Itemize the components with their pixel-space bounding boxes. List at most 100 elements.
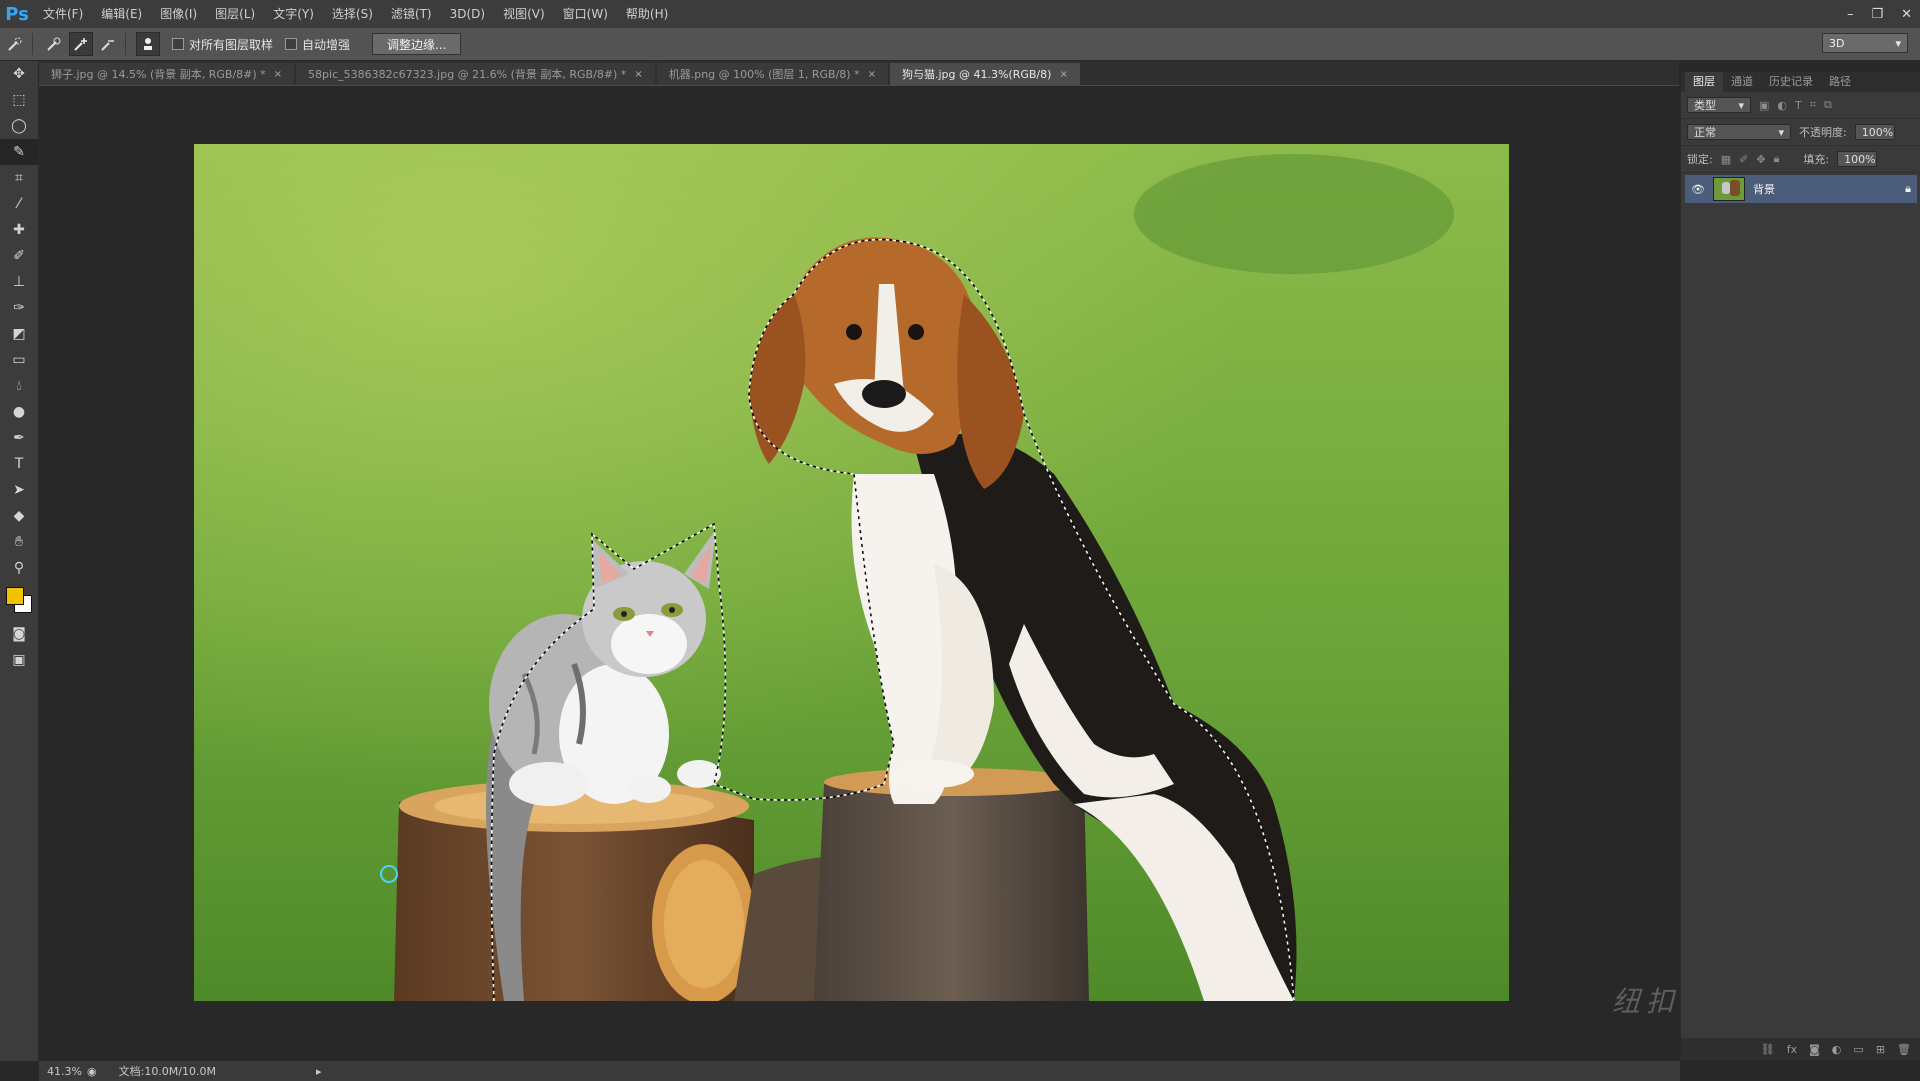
layer-style-icon[interactable]: fx bbox=[1787, 1043, 1797, 1056]
menu-3d[interactable]: 3D(D) bbox=[441, 0, 494, 28]
add-to-selection-icon[interactable] bbox=[69, 32, 93, 56]
menu-select[interactable]: 选择(S) bbox=[323, 0, 382, 28]
quick-mask-icon[interactable]: ◙ bbox=[0, 621, 38, 647]
gradient-tool-icon[interactable]: ▭ bbox=[0, 347, 38, 373]
opacity-label: 不透明度: bbox=[1799, 126, 1847, 139]
opacity-input[interactable]: 100% bbox=[1854, 124, 1895, 140]
quick-selection-preset-icon[interactable] bbox=[4, 33, 26, 55]
move-tool-icon[interactable]: ✥ bbox=[0, 61, 38, 87]
opacity-value: 100% bbox=[1861, 125, 1894, 139]
document-tab[interactable]: 58pic_5386382c67323.jpg @ 21.6% (背景 副本, … bbox=[296, 63, 655, 85]
checkbox-box[interactable] bbox=[172, 38, 184, 50]
minimize-icon[interactable]: – bbox=[1847, 7, 1854, 22]
menu-type[interactable]: 文字(Y) bbox=[264, 0, 323, 28]
clone-stamp-tool-icon[interactable]: ⊥ bbox=[0, 269, 38, 295]
tab-label: 58pic_5386382c67323.jpg @ 21.6% (背景 副本, … bbox=[308, 68, 627, 81]
path-selection-tool-icon[interactable]: ➤ bbox=[0, 477, 38, 503]
document-tab[interactable]: 机器.png @ 100% (图层 1, RGB/8) * × bbox=[656, 63, 888, 85]
kind-filter-select[interactable]: 类型 ▾ bbox=[1687, 97, 1751, 113]
document-image[interactable] bbox=[194, 144, 1509, 1001]
menu-edit[interactable]: 编辑(E) bbox=[92, 0, 151, 28]
refine-edge-button[interactable]: 调整边缘... bbox=[372, 33, 462, 55]
new-group-icon[interactable]: ▭ bbox=[1853, 1043, 1863, 1056]
menu-help[interactable]: 帮助(H) bbox=[617, 0, 677, 28]
menu-file[interactable]: 文件(F) bbox=[34, 0, 92, 28]
tab-paths[interactable]: 路径 bbox=[1821, 72, 1859, 92]
add-mask-icon[interactable]: ◙ bbox=[1809, 1043, 1820, 1056]
eye-icon[interactable]: 👁︎ bbox=[1691, 183, 1705, 196]
subtract-from-selection-icon[interactable] bbox=[97, 33, 119, 55]
eraser-tool-icon[interactable]: ◩ bbox=[0, 321, 38, 347]
lock-image-icon[interactable]: ✐ bbox=[1739, 153, 1748, 166]
lock-position-icon[interactable]: ✥ bbox=[1756, 153, 1765, 166]
blur-tool-icon[interactable]: 💧︎ bbox=[0, 373, 38, 399]
crop-tool-icon[interactable]: ⌗ bbox=[0, 165, 38, 191]
brush-size-picker-icon[interactable] bbox=[136, 32, 160, 56]
menu-window[interactable]: 窗口(W) bbox=[554, 0, 617, 28]
fill-input[interactable]: 100% bbox=[1837, 151, 1878, 167]
foreground-color-swatch[interactable] bbox=[6, 587, 24, 605]
type-tool-icon[interactable]: T bbox=[0, 451, 38, 477]
sample-all-layers-checkbox[interactable]: 对所有图层取样 bbox=[172, 36, 273, 53]
status-info-icon[interactable]: ◉ bbox=[87, 1065, 97, 1078]
adjustment-layer-icon[interactable]: ◐ bbox=[1832, 1043, 1842, 1056]
screen-mode-icon[interactable]: ▣ bbox=[0, 647, 38, 673]
lock-transparent-icon[interactable]: ▦ bbox=[1721, 153, 1731, 166]
shape-tool-icon[interactable]: ◆ bbox=[0, 503, 38, 529]
document-tab-active[interactable]: 狗与猫.jpg @ 41.3%(RGB/8) × bbox=[889, 63, 1080, 85]
zoom-level[interactable]: 41.3% bbox=[39, 1065, 87, 1078]
shape-filter-icon[interactable]: ⌗ bbox=[1810, 98, 1816, 112]
photoshop-logo: Ps bbox=[5, 3, 29, 25]
quick-selection-tool-icon[interactable]: ✎ bbox=[0, 139, 38, 165]
dodge-tool-icon[interactable]: ● bbox=[0, 399, 38, 425]
workspace-value: 3D bbox=[1829, 36, 1845, 50]
lasso-tool-icon[interactable]: ◯ bbox=[0, 113, 38, 139]
lock-all-icon[interactable]: 🔒︎ bbox=[1774, 152, 1780, 166]
tab-label: 机器.png @ 100% (图层 1, RGB/8) * bbox=[668, 68, 860, 81]
status-menu-arrow-icon[interactable]: ▸ bbox=[316, 1065, 322, 1078]
new-selection-icon[interactable] bbox=[43, 33, 65, 55]
color-swatches[interactable] bbox=[0, 581, 38, 621]
checkbox-box[interactable] bbox=[285, 38, 298, 50]
smart-object-filter-icon[interactable]: ⧉ bbox=[1824, 98, 1832, 112]
trash-icon[interactable]: 🗑︎ bbox=[1897, 1043, 1911, 1056]
document-tabs: 狮子.jpg @ 14.5% (背景 副本, RGB/8#) * × 58pic… bbox=[39, 61, 1679, 86]
layer-row-background[interactable]: 👁︎ 背景 🔒︎ bbox=[1685, 175, 1917, 203]
tab-close-icon[interactable]: × bbox=[1059, 69, 1067, 80]
type-filter-icon[interactable]: T bbox=[1795, 99, 1802, 112]
new-layer-icon[interactable]: ⊞ bbox=[1876, 1043, 1885, 1056]
brush-tool-icon[interactable]: ✐ bbox=[0, 243, 38, 269]
link-layers-icon[interactable]: ⛓︎ bbox=[1761, 1043, 1775, 1056]
document-tab[interactable]: 狮子.jpg @ 14.5% (背景 副本, RGB/8#) * × bbox=[39, 63, 295, 85]
tab-close-icon[interactable]: × bbox=[274, 69, 282, 80]
eyedropper-tool-icon[interactable]: ⁄ bbox=[0, 191, 38, 217]
menu-filter[interactable]: 滤镜(T) bbox=[382, 0, 441, 28]
tab-channels[interactable]: 通道 bbox=[1723, 72, 1761, 92]
image-filter-icon[interactable]: ▣ bbox=[1759, 99, 1769, 112]
adjustment-filter-icon[interactable]: ◐ bbox=[1777, 99, 1787, 112]
hand-tool-icon[interactable]: ✋︎ bbox=[0, 529, 38, 555]
menu-view[interactable]: 视图(V) bbox=[494, 0, 554, 28]
tab-close-icon[interactable]: × bbox=[634, 69, 642, 80]
lock-label: 锁定: bbox=[1687, 153, 1713, 166]
tab-close-icon[interactable]: × bbox=[868, 69, 876, 80]
menu-image[interactable]: 图像(I) bbox=[151, 0, 206, 28]
auto-enhance-checkbox[interactable]: 自动增强 bbox=[285, 36, 350, 53]
panel-tabs: 图层 通道 历史记录 路径 bbox=[1681, 72, 1920, 92]
pen-tool-icon[interactable]: ✒ bbox=[0, 425, 38, 451]
healing-brush-tool-icon[interactable]: ✚ bbox=[0, 217, 38, 243]
marquee-tool-icon[interactable]: ⬚ bbox=[0, 87, 38, 113]
menu-layer[interactable]: 图层(L) bbox=[206, 0, 264, 28]
fill-label: 填充: bbox=[1803, 153, 1830, 166]
history-brush-tool-icon[interactable]: ✑ bbox=[0, 295, 38, 321]
tab-layers[interactable]: 图层 bbox=[1685, 72, 1723, 92]
canvas-area[interactable] bbox=[39, 86, 1677, 1060]
chevron-down-icon: ▾ bbox=[1895, 36, 1901, 50]
blend-mode-select[interactable]: 正常 ▾ bbox=[1687, 124, 1791, 140]
zoom-tool-icon[interactable]: ⚲ bbox=[0, 555, 38, 581]
close-icon[interactable]: ✕ bbox=[1901, 7, 1912, 22]
workspace-select[interactable]: 3D ▾ bbox=[1822, 33, 1908, 53]
tab-history[interactable]: 历史记录 bbox=[1761, 72, 1821, 92]
restore-icon[interactable]: ❐ bbox=[1871, 7, 1883, 22]
layer-name: 背景 bbox=[1752, 183, 1775, 196]
